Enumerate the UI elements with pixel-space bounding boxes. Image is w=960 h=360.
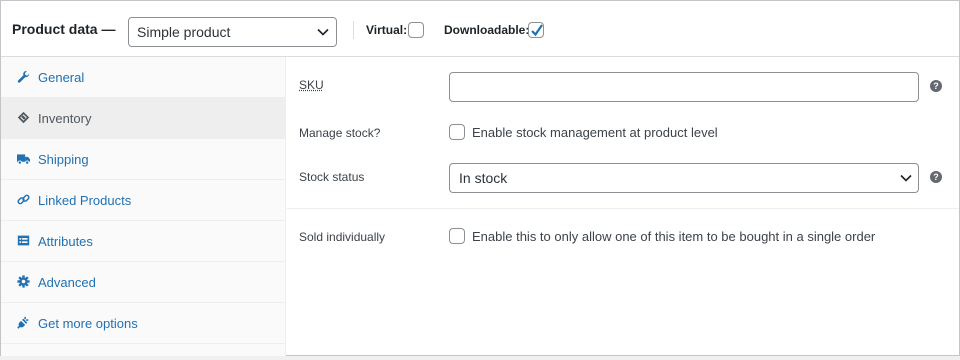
tab-advanced[interactable]: Advanced (1, 262, 285, 303)
sold-individually-description: Enable this to only allow one of this it… (472, 229, 876, 244)
stock-status-label: Stock status (299, 170, 365, 184)
stock-status-select[interactable]: In stock (449, 163, 919, 193)
stock-status-value: In stock (459, 170, 508, 186)
tab-general[interactable]: General (1, 57, 285, 98)
product-type-select[interactable]: Simple product (128, 17, 337, 47)
tab-advanced-label: Advanced (38, 275, 96, 290)
list-table-icon (17, 235, 30, 246)
tab-get-more-options-label: Get more options (38, 316, 138, 331)
truck-icon (17, 154, 30, 165)
sku-label: SKU (299, 78, 324, 92)
product-data-header: Product data — Simple product Virtual: D… (1, 1, 959, 57)
product-data-title: Product data — (12, 21, 116, 37)
sku-input[interactable] (449, 72, 919, 102)
sku-help-icon[interactable]: ? (930, 80, 942, 92)
link-icon (17, 194, 30, 205)
checkmark-icon (531, 24, 543, 37)
tab-inventory-label: Inventory (38, 111, 92, 126)
gear-icon (17, 275, 30, 288)
tab-inventory[interactable]: Inventory (1, 98, 285, 139)
wrench-icon (17, 70, 30, 83)
tab-attributes-label: Attributes (38, 234, 93, 249)
tag-icon (17, 111, 30, 124)
virtual-label: Virtual: (366, 23, 408, 37)
virtual-checkbox[interactable] (408, 22, 424, 38)
manage-stock-checkbox[interactable] (449, 124, 465, 140)
tab-linked-products[interactable]: Linked Products (1, 180, 285, 221)
tab-linked-products-label: Linked Products (38, 193, 132, 208)
inventory-panel: SKU ? Manage stock? Enable stock managem… (287, 57, 959, 356)
product-type-value: Simple product (137, 24, 231, 40)
header-divider (353, 21, 354, 39)
tab-attributes[interactable]: Attributes (1, 221, 285, 262)
plug-icon (17, 316, 29, 329)
product-data-tabs: General Inventory Shipping Linked Produc… (1, 57, 286, 356)
tab-shipping-label: Shipping (38, 152, 89, 167)
tab-shipping[interactable]: Shipping (1, 139, 285, 180)
product-data-panel: Product data — Simple product Virtual: D… (0, 0, 960, 356)
sold-individually-checkbox[interactable] (449, 228, 465, 244)
tab-get-more-options[interactable]: Get more options (1, 303, 285, 344)
manage-stock-label: Manage stock? (299, 126, 381, 140)
sold-individually-label: Sold individually (299, 230, 386, 244)
downloadable-label: Downloadable: (444, 23, 530, 37)
chevron-down-icon (900, 174, 912, 182)
downloadable-checkbox[interactable] (528, 22, 544, 38)
manage-stock-description: Enable stock management at product level (472, 125, 718, 140)
section-divider (287, 208, 959, 209)
chevron-down-icon (317, 28, 329, 36)
tab-general-label: General (38, 70, 85, 85)
stock-status-help-icon[interactable]: ? (930, 171, 942, 183)
